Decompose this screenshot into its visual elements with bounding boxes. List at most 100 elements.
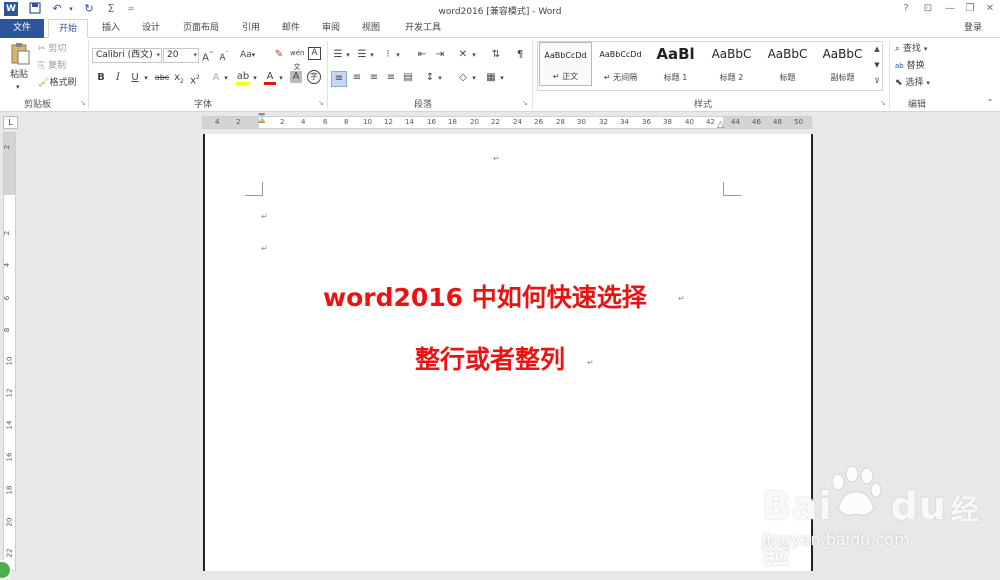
- find-button[interactable]: ⌕ 查找 ▾: [895, 42, 927, 56]
- italic-icon[interactable]: I: [112, 71, 124, 85]
- style-heading-2[interactable]: AaBbC 标题 2: [705, 42, 758, 86]
- subscript-icon[interactable]: x2: [173, 71, 185, 89]
- paste-icon[interactable]: [8, 42, 32, 66]
- chevron-down-icon[interactable]: ▾: [277, 71, 285, 85]
- clear-formatting-icon[interactable]: ✎: [272, 48, 286, 62]
- sort-icon[interactable]: ⇅: [490, 48, 502, 62]
- font-size-combo[interactable]: 20 ▾: [163, 48, 199, 63]
- bold-icon[interactable]: B: [95, 71, 107, 85]
- increase-indent-icon[interactable]: ⇥: [434, 48, 446, 62]
- gallery-more-icon[interactable]: ⊽: [871, 74, 883, 90]
- document-page[interactable]: ↵ ↵ ↵ word2016 中如何快速选择 ↵ 整行或者整列 ↵: [203, 134, 813, 571]
- vertical-ruler[interactable]: 2 2 4 6 8 10 12 14 16 18 20 22: [3, 132, 16, 571]
- ruler-number: 12: [384, 118, 393, 126]
- cut-button[interactable]: ✂ 剪切: [38, 42, 66, 56]
- tab-mailings[interactable]: 邮件: [276, 19, 306, 38]
- numbering-icon[interactable]: ☰: [356, 48, 368, 62]
- decrease-indent-icon[interactable]: ⇤: [416, 48, 428, 62]
- clipboard-launcher-icon[interactable]: ↘: [80, 96, 86, 110]
- multilevel-list-icon[interactable]: ⁝: [382, 48, 394, 62]
- font-color-icon[interactable]: A: [264, 71, 276, 85]
- style-no-spacing[interactable]: AaBbCcDd ↵ 无间隔: [594, 42, 647, 86]
- shrink-font-icon[interactable]: Aˇ: [218, 48, 230, 65]
- select-button[interactable]: ⬉ 选择 ▾: [895, 76, 930, 90]
- enclose-characters-icon[interactable]: 字: [307, 70, 321, 84]
- paragraph-launcher-icon[interactable]: ↘: [522, 96, 528, 110]
- chevron-down-icon[interactable]: ▾: [222, 71, 230, 85]
- style-sample: AaBbCcDd: [599, 50, 642, 59]
- help-button[interactable]: ?: [896, 2, 916, 16]
- style-heading-1[interactable]: AaBl 标题 1: [649, 42, 702, 86]
- chevron-down-icon[interactable]: ▾: [436, 71, 444, 85]
- phonetic-guide-icon[interactable]: wén 文: [290, 46, 304, 74]
- gallery-scroll-down-icon[interactable]: ▼: [871, 58, 883, 74]
- replace-button[interactable]: ab 替换: [895, 59, 925, 73]
- font-name-combo[interactable]: Calibri (西文) ▾: [92, 48, 162, 63]
- font-launcher-icon[interactable]: ↘: [318, 96, 324, 110]
- first-line-indent-marker[interactable]: ⌛: [256, 114, 267, 124]
- chevron-down-icon: ▾: [251, 51, 256, 59]
- chevron-down-icon[interactable]: ▾: [470, 71, 478, 85]
- justify-icon[interactable]: ≡: [384, 71, 398, 85]
- chevron-down-icon[interactable]: ▾: [394, 48, 402, 62]
- heading-line-1[interactable]: word2016 中如何快速选择: [323, 278, 647, 314]
- tab-page-layout[interactable]: 页面布局: [176, 19, 226, 38]
- underline-icon[interactable]: U: [129, 71, 141, 85]
- tab-selector[interactable]: L: [3, 116, 18, 129]
- gallery-scroll-up-icon[interactable]: ▲: [871, 42, 883, 58]
- character-border-icon[interactable]: A: [308, 47, 321, 60]
- tab-references[interactable]: 引用: [236, 19, 266, 38]
- collapse-ribbon-icon[interactable]: ⌃: [984, 96, 996, 110]
- restore-button[interactable]: ❐: [960, 2, 980, 16]
- character-shading-icon[interactable]: A: [290, 71, 302, 83]
- superscript-icon[interactable]: x2: [189, 71, 201, 88]
- styles-launcher-icon[interactable]: ↘: [880, 96, 886, 110]
- sign-in-link[interactable]: 登录: [956, 19, 990, 38]
- tab-insert[interactable]: 插入: [96, 19, 126, 38]
- show-paragraph-marks-icon[interactable]: ¶: [514, 48, 526, 62]
- horizontal-ruler[interactable]: 4 2 2 4 6 8 10 12 14 16 18 20 22 24 26 2…: [202, 114, 812, 130]
- borders-icon[interactable]: ▦: [484, 71, 498, 85]
- chevron-down-icon[interactable]: ▾: [470, 48, 478, 62]
- minimize-button[interactable]: —: [940, 2, 960, 16]
- tab-review[interactable]: 审阅: [316, 19, 346, 38]
- chevron-down-icon[interactable]: ▾: [368, 48, 376, 62]
- chevron-down-icon[interactable]: ▾: [498, 71, 506, 85]
- grow-font-icon[interactable]: A^: [202, 48, 214, 65]
- heading-line-2[interactable]: 整行或者整列: [415, 340, 565, 376]
- style-normal[interactable]: AaBbCcDd ↵ 正文: [539, 42, 592, 86]
- highlight-color-icon[interactable]: ab: [236, 71, 250, 85]
- style-title[interactable]: AaBbC 标题: [761, 42, 814, 86]
- align-center-icon[interactable]: ≡: [350, 71, 364, 85]
- line-spacing-icon[interactable]: ↕: [424, 71, 436, 85]
- baidu-watermark: Bai du 经验 jingyan.baidu.com: [762, 464, 992, 570]
- chinese-layout-icon[interactable]: ✕: [456, 48, 470, 62]
- ruler-number: 18: [5, 485, 14, 495]
- ruler-number: 20: [470, 118, 479, 126]
- align-left-icon[interactable]: ≡: [331, 71, 347, 87]
- strikethrough-icon[interactable]: abc: [154, 71, 170, 85]
- chevron-down-icon[interactable]: ▾: [344, 48, 352, 62]
- tab-design[interactable]: 设计: [136, 19, 166, 38]
- chevron-down-icon[interactable]: ▾: [142, 71, 150, 85]
- ruler-number: 10: [5, 356, 14, 366]
- style-subtitle[interactable]: AaBbC 副标题: [816, 42, 869, 86]
- tab-developer[interactable]: 开发工具: [398, 19, 448, 38]
- tab-file[interactable]: 文件: [0, 19, 44, 38]
- paste-dropdown-icon[interactable]: ▾: [16, 80, 20, 94]
- tab-home[interactable]: 开始: [48, 19, 88, 39]
- ruler-number: 46: [752, 118, 761, 126]
- close-button[interactable]: ✕: [980, 2, 1000, 16]
- tab-view[interactable]: 视图: [356, 19, 386, 38]
- ribbon-display-options-icon[interactable]: ⊡: [918, 2, 938, 16]
- text-effects-icon[interactable]: A: [210, 71, 222, 85]
- align-right-icon[interactable]: ≡: [367, 71, 381, 85]
- distributed-icon[interactable]: ▤: [401, 71, 415, 85]
- copy-button[interactable]: ⎘ 复制: [38, 59, 66, 73]
- shading-icon[interactable]: ◇: [456, 71, 470, 85]
- format-painter-button[interactable]: 🖌格式刷: [38, 76, 76, 90]
- change-case-button[interactable]: Aa▾: [240, 48, 255, 62]
- bullets-icon[interactable]: ☰: [332, 48, 344, 62]
- chevron-down-icon[interactable]: ▾: [251, 71, 259, 85]
- right-indent-marker[interactable]: △: [717, 120, 724, 130]
